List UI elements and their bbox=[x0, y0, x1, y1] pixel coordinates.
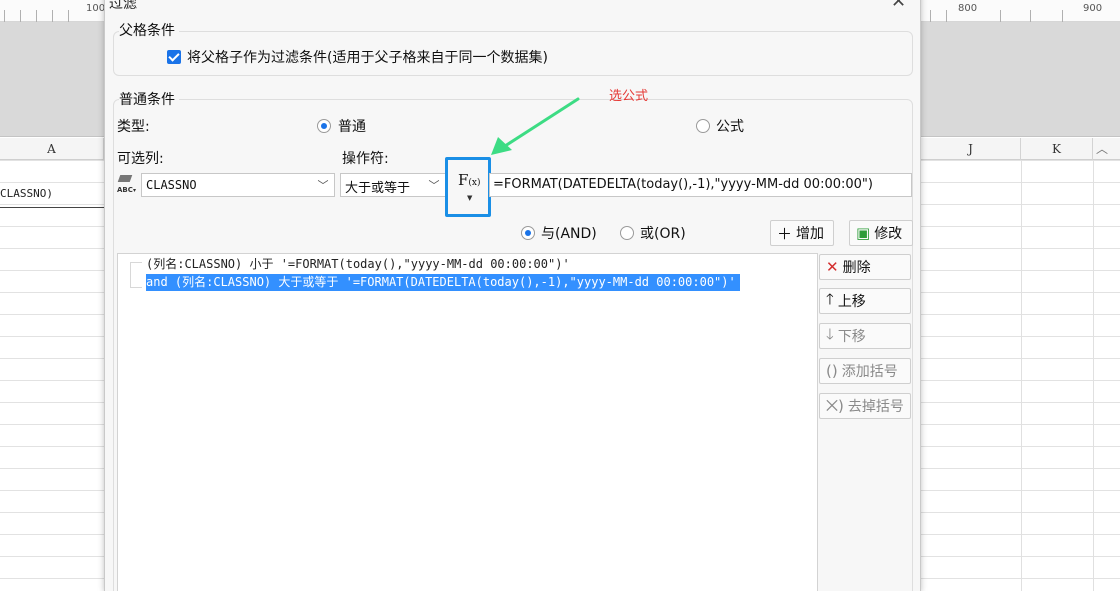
parent-filter-label: 将父格子作为过滤条件(适用于父子格来自于同一个数据集) bbox=[187, 50, 548, 66]
modify-condition-button[interactable]: ▣ 修改 bbox=[849, 220, 913, 246]
value-input-text: =FORMAT(DATEDELTA(today(),-1),"yyyy-MM-d… bbox=[493, 177, 873, 192]
move-down-button[interactable]: 🡓 下移 bbox=[819, 323, 911, 349]
filter-dialog: 过滤 ✕ 父格条件 将父格子作为过滤条件(适用于父子格来自于同一个数据集) 普通… bbox=[104, 0, 921, 591]
column-header-j[interactable]: J bbox=[921, 138, 1021, 160]
value-input[interactable]: =FORMAT(DATEDELTA(today(),-1),"yyyy-MM-d… bbox=[489, 173, 912, 197]
column-label: 可选列: bbox=[117, 151, 164, 167]
plus-icon: ＋ bbox=[777, 224, 793, 243]
delete-x-icon: ✕ bbox=[826, 258, 839, 276]
logic-and-label[interactable]: 与(AND) bbox=[541, 223, 597, 243]
bracket-icon: () bbox=[826, 362, 838, 380]
parent-filter-checkbox[interactable] bbox=[167, 50, 181, 64]
dropdown-arrow-icon: ▼ bbox=[467, 194, 473, 202]
normal-condition-title: 普通条件 bbox=[119, 89, 179, 109]
type-formula-label[interactable]: 公式 bbox=[716, 116, 744, 136]
column-select[interactable]: CLASSNO ﹀ bbox=[141, 173, 335, 197]
condition-item-selected[interactable]: and (列名:CLASSNO) 大于或等于 '=FORMAT(DATEDELT… bbox=[146, 274, 740, 291]
add-bracket-button[interactable]: () 添加括号 bbox=[819, 358, 911, 384]
delete-button[interactable]: ✕ 删除 bbox=[819, 254, 911, 280]
column-header-a[interactable]: A bbox=[0, 138, 104, 160]
close-icon[interactable]: ✕ bbox=[891, 0, 906, 11]
ruler-label-100: 100 bbox=[86, 3, 106, 14]
type-normal-label[interactable]: 普通 bbox=[338, 116, 366, 136]
remove-bracket-icon: ⨉) bbox=[826, 397, 844, 415]
cell-a2-value[interactable]: CLASSNO) bbox=[0, 187, 53, 200]
operator-select[interactable]: 大于或等于 ﹀ bbox=[340, 173, 446, 197]
scroll-up-icon[interactable]: ︿ bbox=[1096, 140, 1108, 157]
ruler-label-900: 900 bbox=[1083, 3, 1103, 14]
chevron-down-icon[interactable]: ﹀ bbox=[423, 174, 445, 196]
move-up-button[interactable]: 🡑 上移 bbox=[819, 288, 911, 314]
add-condition-button[interactable]: ＋增加 bbox=[770, 220, 834, 246]
formula-button[interactable]: F(x) ▼ bbox=[445, 157, 491, 217]
column-type-icon: ABC ▾ bbox=[116, 173, 140, 195]
type-formula-radio[interactable] bbox=[696, 119, 710, 133]
parent-condition-title: 父格条件 bbox=[119, 20, 179, 40]
condition-item[interactable]: (列名:CLASSNO) 小于 '=FORMAT(today(),"yyyy-M… bbox=[146, 256, 570, 273]
annotation-text: 选公式 bbox=[609, 89, 649, 104]
type-normal-radio[interactable] bbox=[317, 119, 331, 133]
arrow-down-icon: 🡓 bbox=[826, 324, 834, 343]
dialog-title: 过滤 bbox=[109, 0, 137, 12]
column-select-value: CLASSNO bbox=[146, 178, 197, 192]
sheet-grid-left bbox=[0, 160, 104, 591]
chevron-down-icon[interactable]: ﹀ bbox=[312, 174, 334, 196]
operator-select-value: 大于或等于 bbox=[345, 181, 411, 196]
column-header-k[interactable]: K bbox=[1021, 138, 1093, 160]
remove-bracket-button[interactable]: ⨉) 去掉括号 bbox=[819, 393, 911, 419]
svg-text:▾: ▾ bbox=[133, 187, 136, 194]
edit-grid-icon: ▣ bbox=[856, 224, 871, 242]
logic-or-radio[interactable] bbox=[620, 226, 634, 240]
type-label: 类型: bbox=[117, 119, 150, 135]
operator-label: 操作符: bbox=[342, 151, 389, 167]
arrow-up-icon: 🡑 bbox=[826, 289, 834, 308]
ruler-label-800: 800 bbox=[958, 3, 978, 14]
logic-and-radio[interactable] bbox=[521, 226, 535, 240]
svg-text:ABC: ABC bbox=[117, 186, 133, 194]
condition-list[interactable]: (列名:CLASSNO) 小于 '=FORMAT(today(),"yyyy-M… bbox=[117, 253, 818, 591]
fx-icon: F(x) bbox=[458, 171, 481, 189]
logic-or-label[interactable]: 或(OR) bbox=[640, 223, 686, 243]
